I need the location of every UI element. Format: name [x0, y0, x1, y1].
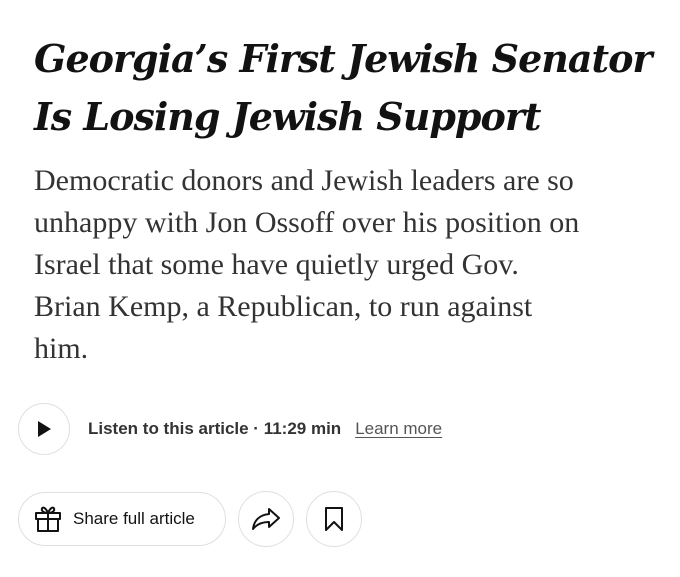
save-button[interactable]	[306, 491, 362, 547]
summary-line-2: unhappy with Jon Ossoff over his positio…	[34, 206, 580, 239]
article-actions: Share full article	[18, 491, 362, 547]
summary-line-1: Democratic donors and Jewish leaders are…	[34, 164, 574, 197]
share-button[interactable]	[238, 491, 294, 547]
gift-icon	[33, 504, 63, 534]
share-arrow-icon	[251, 506, 281, 532]
headline-line-1: Georgia’s First Jewish Senator	[34, 36, 652, 81]
play-button[interactable]	[18, 403, 70, 455]
summary-line-5: him.	[34, 332, 89, 365]
audio-player: Listen to this article · 11:29 min Learn…	[18, 402, 442, 456]
article-summary: Democratic donors and Jewish leaders are…	[34, 160, 674, 370]
play-icon	[36, 420, 52, 438]
headline: Georgia’s First Jewish Senator Is Losing…	[34, 30, 664, 146]
learn-more-link[interactable]: Learn more	[355, 419, 442, 439]
summary-line-4: Brian Kemp, a Republican, to run against	[34, 290, 533, 323]
share-full-article-button[interactable]: Share full article	[18, 492, 226, 546]
bookmark-icon	[324, 506, 344, 532]
listen-label: Listen to this article · 11:29 min	[88, 419, 342, 438]
summary-line-3: Israel that some have quietly urged Gov.	[34, 248, 519, 281]
share-label: Share full article	[73, 509, 195, 528]
headline-line-2: Is Losing Jewish Support	[34, 94, 541, 139]
